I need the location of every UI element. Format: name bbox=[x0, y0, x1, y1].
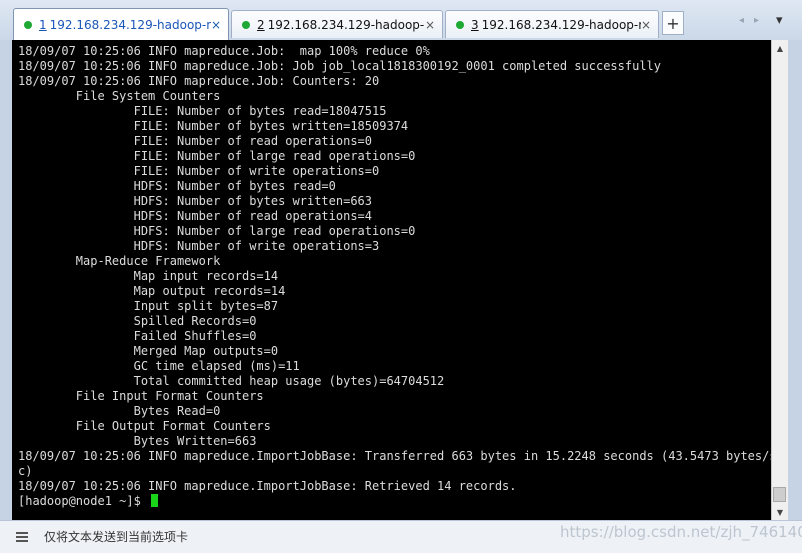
tab-title: 192.168.234.129-hadoop-no... bbox=[267, 17, 425, 32]
connected-status-icon bbox=[456, 20, 464, 29]
terminal-line: FILE: Number of read operations=0 bbox=[18, 134, 373, 148]
terminal-line: HDFS: Number of bytes written=663 bbox=[18, 194, 373, 208]
scroll-down-arrow-icon[interactable]: ▼ bbox=[772, 504, 788, 520]
tab-title: 192.168.234.129-hadoop-n... bbox=[49, 17, 211, 32]
close-tab-icon[interactable]: × bbox=[641, 18, 651, 32]
terminal-line: Merged Map outputs=0 bbox=[18, 344, 279, 358]
tab-scroll-right-icon[interactable]: ▸ bbox=[754, 15, 759, 26]
watermark: https://blog.csdn.net/zjh_746140129 bbox=[560, 523, 802, 541]
terminal-line: 18/09/07 10:25:06 INFO mapreduce.ImportJ… bbox=[18, 449, 771, 463]
send-text-input[interactable] bbox=[40, 527, 648, 547]
text-cursor bbox=[151, 494, 159, 507]
tab-session-3[interactable]: 3 192.168.234.129-hadoop-no... × bbox=[445, 10, 659, 38]
tab-list-menu-icon[interactable]: ▾ bbox=[776, 13, 783, 28]
terminal-line: Bytes Read=0 bbox=[18, 404, 221, 418]
terminal-line: Input split bytes=87 bbox=[18, 299, 279, 313]
terminal-line: Failed Shuffles=0 bbox=[18, 329, 257, 343]
terminal-line: 18/09/07 10:25:06 INFO mapreduce.ImportJ… bbox=[18, 479, 517, 493]
connected-status-icon bbox=[24, 20, 32, 29]
tab-session-1[interactable]: 1 192.168.234.129-hadoop-n... × bbox=[13, 8, 229, 40]
terminal-line: HDFS: Number of read operations=4 bbox=[18, 209, 373, 223]
terminal-output[interactable]: 18/09/07 10:25:06 INFO mapreduce.Job: ma… bbox=[12, 40, 771, 520]
terminal-line: Spilled Records=0 bbox=[18, 314, 257, 328]
terminal-line: Map input records=14 bbox=[18, 269, 279, 283]
terminal-line: Bytes Written=663 bbox=[18, 434, 257, 448]
tab-session-2[interactable]: 2 192.168.234.129-hadoop-no... × bbox=[231, 10, 443, 38]
terminal-line: Map-Reduce Framework bbox=[18, 254, 221, 268]
terminal-prompt-line: [hadoop@node1 ~]$ bbox=[12, 494, 771, 509]
window-border-right bbox=[788, 40, 802, 553]
terminal-line: FILE: Number of large read operations=0 bbox=[18, 149, 416, 163]
tab-title: 192.168.234.129-hadoop-no... bbox=[481, 17, 641, 32]
scroll-up-arrow-icon[interactable]: ▲ bbox=[772, 40, 788, 56]
terminal-line: c) bbox=[18, 464, 33, 478]
terminal-line: FILE: Number of write operations=0 bbox=[18, 164, 380, 178]
terminal-line: Total committed heap usage (bytes)=64704… bbox=[18, 374, 445, 388]
window-border-left bbox=[0, 40, 12, 520]
terminal-line: 18/09/07 10:25:06 INFO mapreduce.Job: Co… bbox=[18, 74, 380, 88]
tab-number: 3 bbox=[471, 17, 479, 32]
connected-status-icon bbox=[242, 20, 250, 29]
menu-icon[interactable] bbox=[16, 532, 28, 542]
terminal-line: FILE: Number of bytes written=18509374 bbox=[18, 119, 409, 133]
terminal-line: File Input Format Counters bbox=[18, 389, 264, 403]
tab-number: 2 bbox=[257, 17, 265, 32]
tab-scroll-left-icon[interactable]: ◂ bbox=[739, 15, 744, 26]
tab-number: 1 bbox=[39, 17, 47, 32]
terminal-line: 18/09/07 10:25:06 INFO mapreduce.Job: Jo… bbox=[18, 59, 661, 73]
terminal-line: HDFS: Number of write operations=3 bbox=[18, 239, 380, 253]
terminal-line: File Output Format Counters bbox=[18, 419, 271, 433]
shell-prompt: [hadoop@node1 ~]$ bbox=[18, 494, 149, 508]
terminal-line: Map output records=14 bbox=[18, 284, 286, 298]
terminal-line: HDFS: Number of bytes read=0 bbox=[18, 179, 336, 193]
terminal-line: GC time elapsed (ms)=11 bbox=[18, 359, 300, 373]
close-tab-icon[interactable]: × bbox=[211, 18, 221, 32]
new-tab-button[interactable]: + bbox=[662, 11, 684, 35]
tab-bar: 1 192.168.234.129-hadoop-n... × 2 192.16… bbox=[0, 0, 802, 40]
close-tab-icon[interactable]: × bbox=[425, 18, 435, 32]
terminal-line: HDFS: Number of large read operations=0 bbox=[18, 224, 416, 238]
terminal-line: 18/09/07 10:25:06 INFO mapreduce.Job: ma… bbox=[18, 44, 430, 58]
terminal-lines: 18/09/07 10:25:06 INFO mapreduce.Job: ma… bbox=[12, 40, 771, 494]
vertical-scrollbar[interactable]: ▲ ▼ bbox=[771, 40, 788, 520]
terminal-line: File System Counters bbox=[18, 89, 221, 103]
scrollbar-thumb[interactable] bbox=[773, 487, 786, 502]
terminal-line: FILE: Number of bytes read=18047515 bbox=[18, 104, 387, 118]
